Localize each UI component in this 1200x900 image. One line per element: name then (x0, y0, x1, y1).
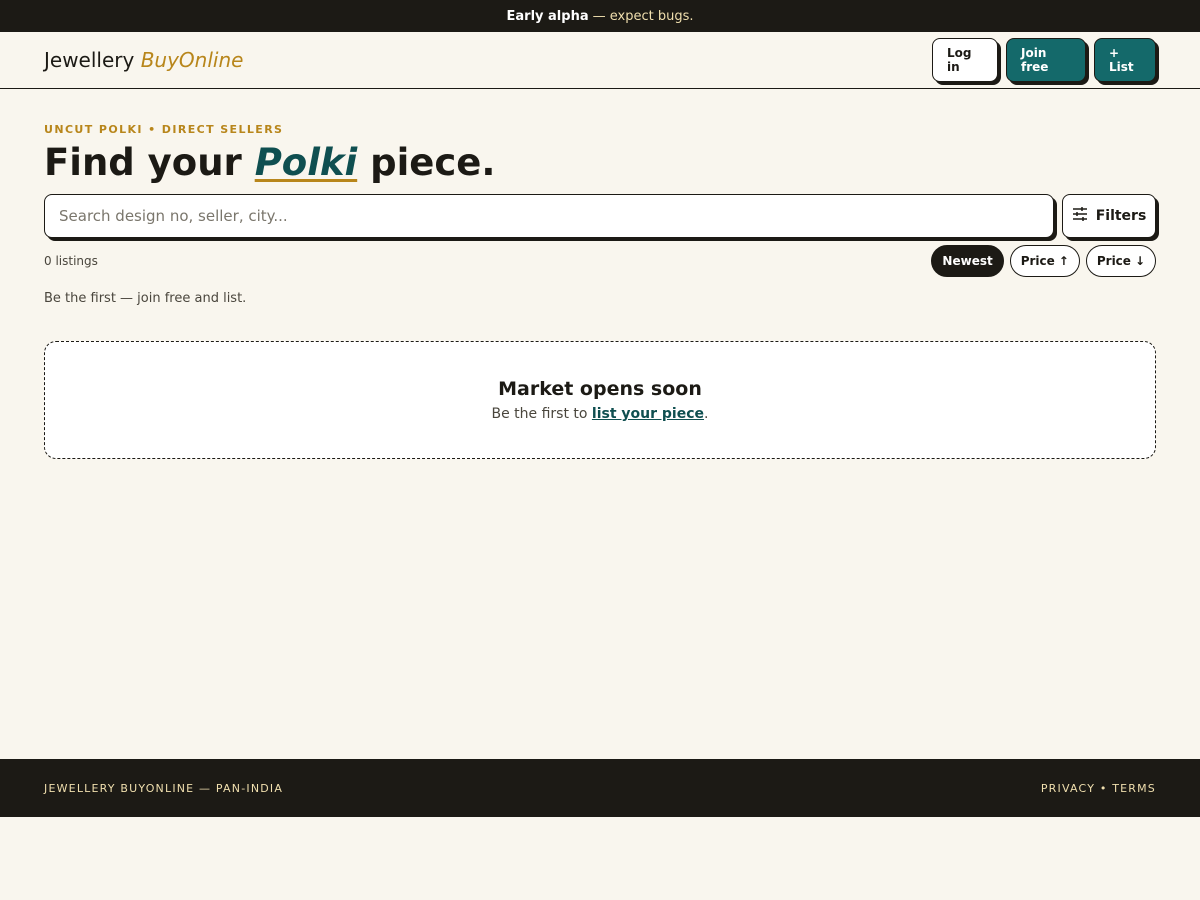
results-meta: 0 listings Newest Price ↑ Price ↓ (44, 245, 1156, 277)
empty-state-text-before: Be the first to (491, 406, 588, 422)
search-input[interactable] (59, 207, 1039, 225)
listing-count: 0 listings (44, 254, 98, 268)
search-box[interactable] (44, 194, 1054, 238)
sort-price-desc-button[interactable]: Price ↓ (1085, 245, 1156, 277)
logo[interactable]: Jewellery BuyOnline (44, 48, 243, 72)
empty-state-text-after: . (704, 406, 709, 422)
announcement-bar: Early alpha — expect bugs. (0, 0, 1200, 32)
filters-label: Filters (1095, 208, 1147, 224)
logo-main: Jewellery (44, 48, 135, 72)
sort-newest-label: Newest (942, 254, 993, 268)
empty-state-card: Market opens soon Be the first to list y… (44, 341, 1156, 459)
join-free-button[interactable]: Join free (1006, 38, 1086, 82)
sort-options: Newest Price ↑ Price ↓ (931, 245, 1156, 277)
announcement-bold: Early alpha (506, 8, 589, 24)
announcement-text: — expect bugs. (592, 8, 694, 24)
header-actions: Log in Join free + List (932, 38, 1156, 82)
site-footer: JEWELLERY BUYONLINE — PAN-INDIA PRIVACY … (0, 759, 1200, 817)
main-content: UNCUT POLKI • DIRECT SELLERS Find your P… (0, 89, 1200, 459)
login-button[interactable]: Log in (932, 38, 998, 82)
arrow-down-icon: ↓ (1134, 254, 1145, 268)
empty-state-title: Market opens soon (498, 378, 702, 400)
empty-hint: Be the first — join free and list. (44, 291, 247, 306)
logo-accent: BuyOnline (140, 48, 244, 72)
empty-state-text: Be the first to list your piece. (492, 406, 709, 422)
filters-button[interactable]: Filters (1062, 194, 1156, 238)
list-your-piece-link[interactable]: list your piece (592, 406, 704, 422)
sort-price-asc-label: Price (1020, 254, 1055, 268)
footer-brand: JEWELLERY BUYONLINE — PAN-INDIA (44, 781, 284, 795)
sort-price-desc-label: Price (1096, 254, 1131, 268)
sort-newest-button[interactable]: Newest (931, 245, 1004, 277)
sliders-icon (1072, 207, 1088, 225)
title-accent: Polki (254, 141, 358, 184)
site-header: Jewellery BuyOnline Log in Join free + L… (0, 32, 1200, 89)
footer-links[interactable]: PRIVACY • TERMS (1041, 782, 1156, 795)
eyebrow: UNCUT POLKI • DIRECT SELLERS (44, 123, 284, 136)
add-listing-button[interactable]: + List (1094, 38, 1156, 82)
sort-price-asc-button[interactable]: Price ↑ (1009, 245, 1080, 277)
page-title: Find your Polki piece. (44, 141, 1156, 185)
title-after: piece. (370, 141, 496, 184)
title-before: Find your (44, 141, 242, 184)
search-row: Filters (44, 194, 1156, 238)
arrow-up-icon: ↑ (1058, 254, 1069, 268)
